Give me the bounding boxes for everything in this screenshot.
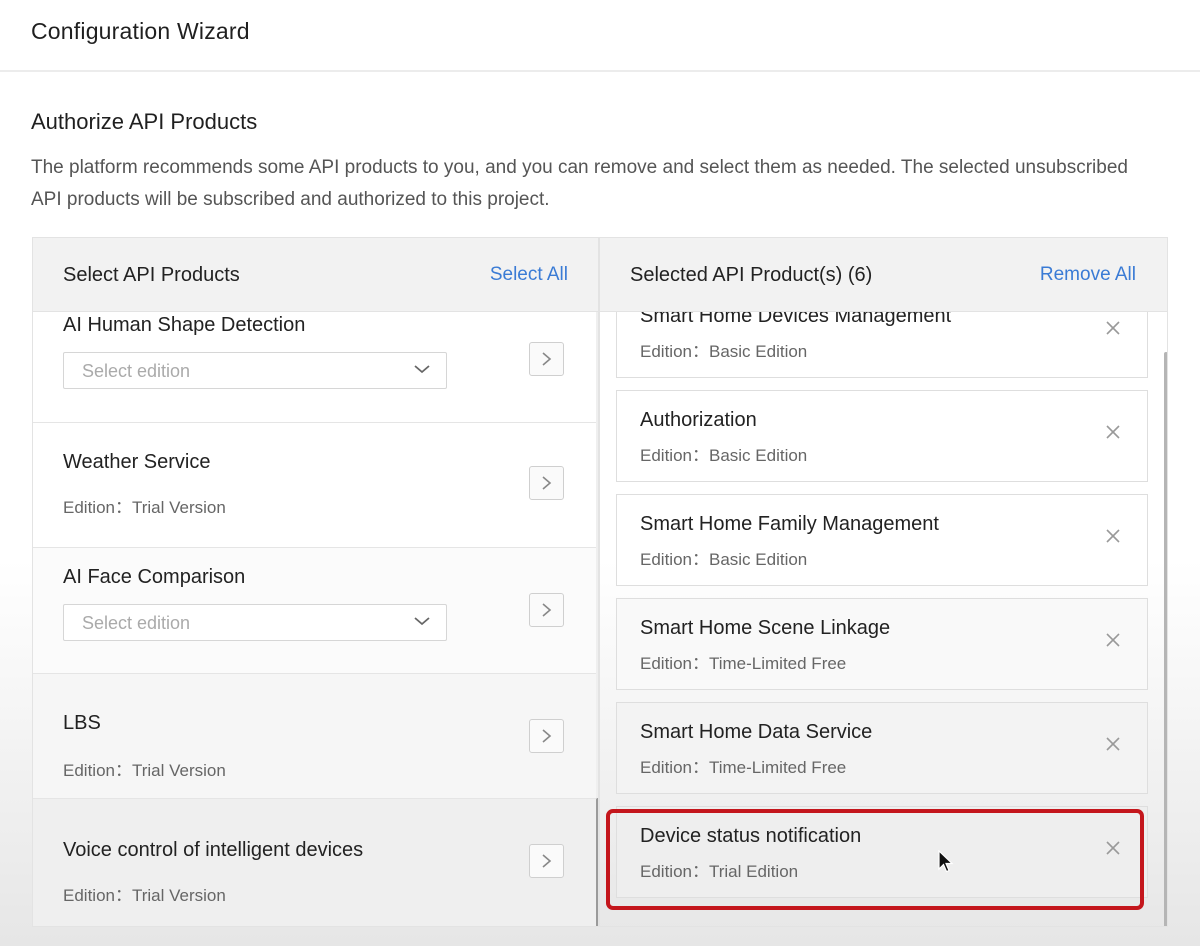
remove-all-link[interactable]: Remove All — [1040, 264, 1136, 286]
add-product-button[interactable] — [529, 593, 564, 627]
add-product-button[interactable] — [529, 844, 564, 878]
right-panel-title: Selected API Product(s) (6) — [630, 264, 873, 286]
right-panel-header: Selected API Product(s) (6) Remove All — [600, 238, 1167, 312]
edition-select[interactable]: Select edition — [63, 352, 447, 389]
product-edition: Edition：Time-Limited Free — [640, 654, 847, 673]
selected-product-card: Smart Home Devices Management Edition：Ba… — [616, 312, 1148, 378]
available-products-list: AI Human Shape Detection Select edition … — [33, 312, 596, 926]
product-edition: Edition：Trial Version — [63, 886, 226, 905]
list-item: Voice control of intelligent devices Edi… — [33, 799, 596, 926]
selected-product-card: Smart Home Family Management Edition：Bas… — [616, 494, 1148, 586]
product-name: LBS — [63, 712, 101, 734]
left-panel-title: Select API Products — [63, 264, 240, 286]
product-name: Smart Home Data Service — [640, 721, 873, 743]
list-item: LBS Edition：Trial Version — [33, 674, 596, 799]
product-edition: Edition：Basic Edition — [640, 446, 808, 465]
product-name: Smart Home Family Management — [640, 513, 939, 535]
chevron-right-icon — [542, 352, 552, 366]
chevron-right-icon — [542, 854, 552, 868]
section-description: The platform recommends some API product… — [31, 157, 1128, 210]
select-placeholder: Select edition — [82, 361, 191, 381]
product-name: Smart Home Scene Linkage — [640, 617, 891, 639]
chevron-right-icon — [542, 476, 552, 490]
select-all-link[interactable]: Select All — [490, 264, 568, 286]
product-edition: Edition：Time-Limited Free — [640, 758, 847, 777]
add-product-button[interactable] — [529, 342, 564, 376]
add-product-button[interactable] — [529, 466, 564, 500]
selected-product-card: Smart Home Scene Linkage Edition：Time-Li… — [616, 598, 1148, 690]
product-name: AI Face Comparison — [63, 566, 246, 588]
left-panel-header: Select API Products Select All — [33, 238, 598, 312]
chevron-right-icon — [542, 603, 552, 617]
select-placeholder: Select edition — [82, 613, 191, 633]
selected-product-card: Smart Home Data Service Edition：Time-Lim… — [616, 702, 1148, 794]
close-icon[interactable] — [1104, 319, 1122, 337]
chevron-down-icon — [414, 365, 430, 374]
list-item: AI Human Shape Detection Select edition — [33, 312, 596, 423]
product-name: Smart Home Devices Management — [640, 312, 952, 327]
edition-select[interactable]: Select edition — [63, 604, 447, 641]
selected-product-card: Authorization Edition：Basic Edition — [616, 390, 1148, 482]
list-item: Weather Service Edition：Trial Version — [33, 423, 596, 548]
product-name: Weather Service — [63, 451, 211, 473]
close-icon[interactable] — [1104, 527, 1122, 545]
close-icon[interactable] — [1104, 423, 1122, 441]
chevron-down-icon — [414, 617, 430, 626]
chevron-right-icon — [542, 729, 552, 743]
close-icon[interactable] — [1104, 735, 1122, 753]
add-product-button[interactable] — [529, 719, 564, 753]
product-edition: Edition：Basic Edition — [640, 342, 808, 361]
product-edition: Edition：Trial Version — [63, 761, 226, 780]
page-title: Configuration Wizard — [31, 18, 250, 44]
right-scrollbar[interactable] — [1164, 352, 1167, 926]
product-name: AI Human Shape Detection — [63, 314, 306, 336]
close-icon[interactable] — [1104, 631, 1122, 649]
product-name: Voice control of intelligent devices — [63, 839, 364, 861]
product-edition: Edition：Basic Edition — [640, 550, 808, 569]
highlight-box — [606, 809, 1144, 910]
product-edition: Edition：Trial Version — [63, 498, 226, 517]
section-title: Authorize API Products — [31, 109, 258, 134]
top-bar: Configuration Wizard — [0, 0, 1200, 72]
mouse-cursor-icon — [938, 850, 954, 873]
select-api-products-panel: Select API Products Select All AI Human … — [32, 237, 599, 927]
product-name: Authorization — [640, 409, 757, 431]
list-item: AI Face Comparison Select edition — [33, 548, 596, 674]
